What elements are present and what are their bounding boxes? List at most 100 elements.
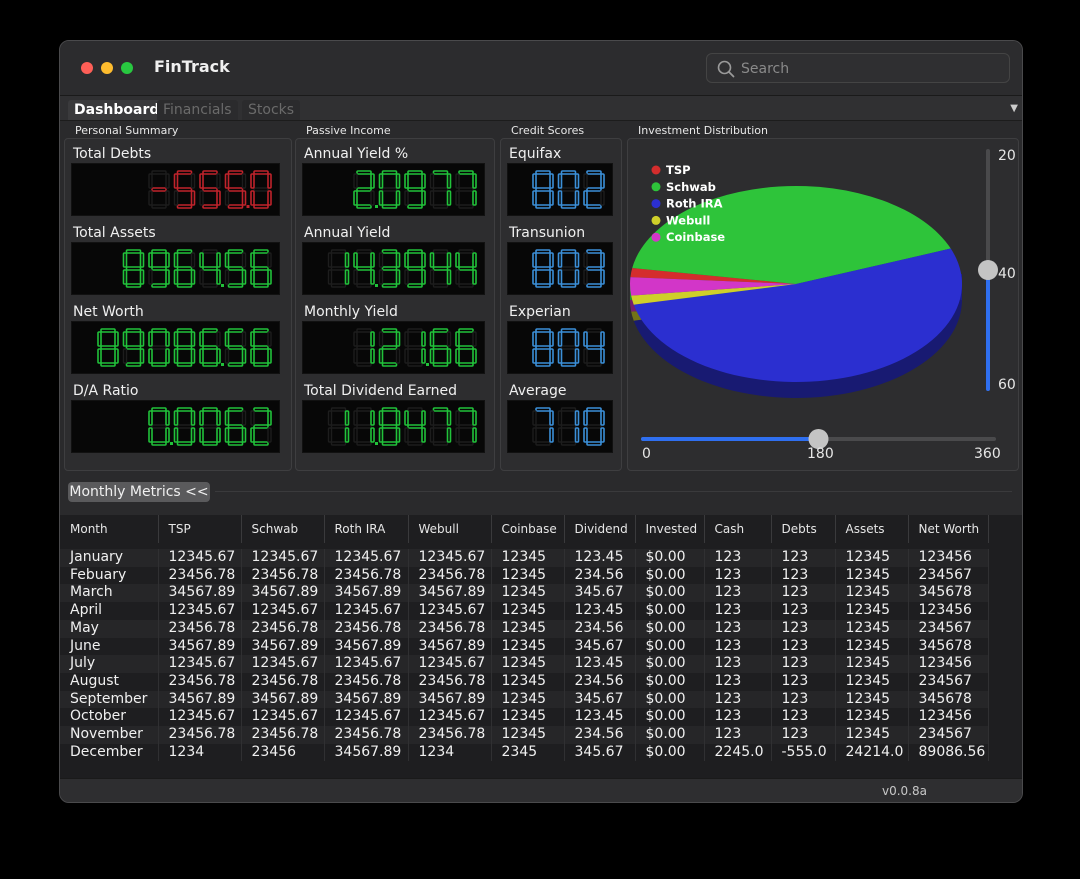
- table-cell: $0.00: [635, 672, 705, 691]
- personal-summary-lcd-2: 89086.56: [71, 321, 280, 374]
- table-row[interactable]: Febuary 23456.78 23456.78 23456.78 23456.78 1…: [60, 566, 989, 585]
- credit-score-lcd-2: 804: [507, 321, 613, 374]
- table-row[interactable]: July 12345.67 12345.67 12345.67 12345.67 1234…: [60, 655, 989, 673]
- table-cell: 23456.78: [241, 726, 325, 744]
- table-cell: 12345: [835, 549, 909, 567]
- vertical-slider-knob[interactable]: [978, 260, 998, 280]
- table-cell: August: [60, 672, 159, 691]
- table-cell: 123456: [908, 549, 989, 567]
- column-header-invested[interactable]: Invested: [635, 515, 705, 543]
- vslider-label-bottom: 60: [998, 377, 1016, 393]
- table-row[interactable]: April 12345.67 12345.67 12345.67 12345.67 123…: [60, 602, 989, 620]
- table-cell: 123: [704, 584, 772, 603]
- passive-income-label-3: Total Dividend Earned: [304, 383, 458, 399]
- app-title: FinTrack: [154, 57, 230, 76]
- table-cell: 12345.67: [408, 549, 492, 567]
- search-input[interactable]: [739, 57, 1003, 81]
- table-cell: 123: [771, 619, 836, 638]
- table-cell: 24214.0: [835, 743, 909, 762]
- table-cell: 123: [771, 690, 836, 709]
- table-cell: 123: [771, 708, 836, 727]
- search-box[interactable]: [706, 53, 1010, 83]
- tab-dashboard[interactable]: Dashboard: [68, 100, 166, 120]
- zoom-button[interactable]: [121, 62, 133, 74]
- passive-income-label-1: Annual Yield: [304, 225, 391, 241]
- column-header-dividend[interactable]: Dividend: [564, 515, 636, 543]
- table-row[interactable]: August 23456.78 23456.78 23456.78 23456.78 12…: [60, 672, 989, 691]
- column-header-debts[interactable]: Debts: [771, 515, 836, 543]
- vslider-label-top: 20: [998, 148, 1016, 164]
- table-cell: 123.45: [564, 549, 636, 567]
- table-cell: 1234: [408, 743, 492, 762]
- table-cell: 123: [771, 655, 836, 673]
- investment-distribution-panel: TSP Schwab Roth IRA Webull Coinbase 20 40 60…: [627, 138, 1019, 471]
- table-cell: 23456.78: [324, 566, 409, 585]
- table-row[interactable]: March 34567.89 34567.89 34567.89 34567.89 123…: [60, 584, 989, 603]
- credit-scores-heading: Credit Scores: [511, 124, 585, 137]
- column-header-cash[interactable]: Cash: [704, 515, 772, 543]
- table-cell: 2345: [491, 743, 565, 762]
- table-cell: 12345: [491, 584, 565, 603]
- table-cell: 23456.78: [324, 672, 409, 691]
- close-button[interactable]: [81, 62, 93, 74]
- passive-income-lcd-2: 121.66: [302, 321, 485, 374]
- app-window: FinTrack Dashboard Financials Stocks ▼ P…: [59, 40, 1023, 803]
- table-cell: 34567.89: [241, 690, 325, 709]
- table-cell: 12345: [835, 690, 909, 709]
- column-header-schwab[interactable]: Schwab: [241, 515, 325, 543]
- search-icon: [717, 60, 735, 78]
- table-cell: 12345: [835, 708, 909, 727]
- column-header-month[interactable]: Month: [60, 515, 159, 543]
- table-cell: 123: [771, 637, 836, 656]
- table-row[interactable]: January 12345.67 12345.67 12345.67 12345.67 1…: [60, 549, 989, 567]
- table-cell: 23456.78: [408, 672, 492, 691]
- table-row[interactable]: June 34567.89 34567.89 34567.89 34567.89 1234…: [60, 637, 989, 656]
- table-cell: 2245.0: [704, 743, 772, 762]
- table-cell: 23456.78: [158, 566, 242, 585]
- table-cell: 345678: [908, 584, 989, 603]
- table-row[interactable]: November 23456.78 23456.78 23456.78 23456.78…: [60, 726, 989, 744]
- table-cell: 23456.78: [158, 726, 242, 744]
- table-cell: November: [60, 726, 159, 744]
- table-cell: 234.56: [564, 566, 636, 585]
- table-cell: 12345: [835, 672, 909, 691]
- tab-overflow-icon[interactable]: ▼: [1010, 103, 1018, 114]
- table-cell: $0.00: [635, 566, 705, 585]
- column-header-roth-ira[interactable]: Roth IRA: [324, 515, 409, 543]
- tab-financials[interactable]: Financials: [157, 100, 238, 120]
- table-cell: 23456.78: [408, 566, 492, 585]
- table-cell: 12345.67: [241, 602, 325, 620]
- monthly-metrics-toggle-button[interactable]: Monthly Metrics <<: [68, 482, 210, 502]
- personal-summary-lcd-1: 8964.56: [71, 242, 280, 295]
- table-cell: April: [60, 602, 159, 620]
- table-cell: 12345: [491, 566, 565, 585]
- table-cell: $0.00: [635, 708, 705, 727]
- table-cell: $0.00: [635, 584, 705, 603]
- investment-pie-chart: TSP Schwab Roth IRA Webull Coinbase: [630, 149, 998, 449]
- table-cell: $0.00: [635, 743, 705, 762]
- table-cell: 12345: [835, 637, 909, 656]
- column-header-webull[interactable]: Webull: [408, 515, 492, 543]
- table-cell: 12345: [491, 655, 565, 673]
- table-cell: 12345.67: [241, 549, 325, 567]
- tab-stocks[interactable]: Stocks: [242, 100, 301, 120]
- version-label: v0.0.8a: [882, 784, 927, 798]
- table-cell: 123: [771, 602, 836, 620]
- passive-income-lcd-0: 2.0977: [302, 163, 485, 216]
- table-row[interactable]: December 1234 23456 34567.89 1234 2345 345.67 $…: [60, 743, 989, 762]
- column-header-net-worth[interactable]: Net Worth: [908, 515, 989, 543]
- minimize-button[interactable]: [101, 62, 113, 74]
- legend-label-coinbase: Coinbase: [666, 230, 725, 244]
- column-header-coinbase[interactable]: Coinbase: [491, 515, 565, 543]
- column-header-assets[interactable]: Assets: [835, 515, 909, 543]
- table-cell: 234567: [908, 672, 989, 691]
- table-row[interactable]: May 23456.78 23456.78 23456.78 23456.78 12345…: [60, 619, 989, 638]
- table-cell: $0.00: [635, 690, 705, 709]
- column-header-tsp[interactable]: TSP: [158, 515, 242, 543]
- table-row[interactable]: October 12345.67 12345.67 12345.67 12345.67 1…: [60, 708, 989, 727]
- table-row[interactable]: September 34567.89 34567.89 34567.89 34567.8…: [60, 690, 989, 709]
- table-cell: 234.56: [564, 619, 636, 638]
- table-cell: 12345.67: [324, 549, 409, 567]
- table-cell: 123: [771, 584, 836, 603]
- table-cell: 12345.67: [408, 602, 492, 620]
